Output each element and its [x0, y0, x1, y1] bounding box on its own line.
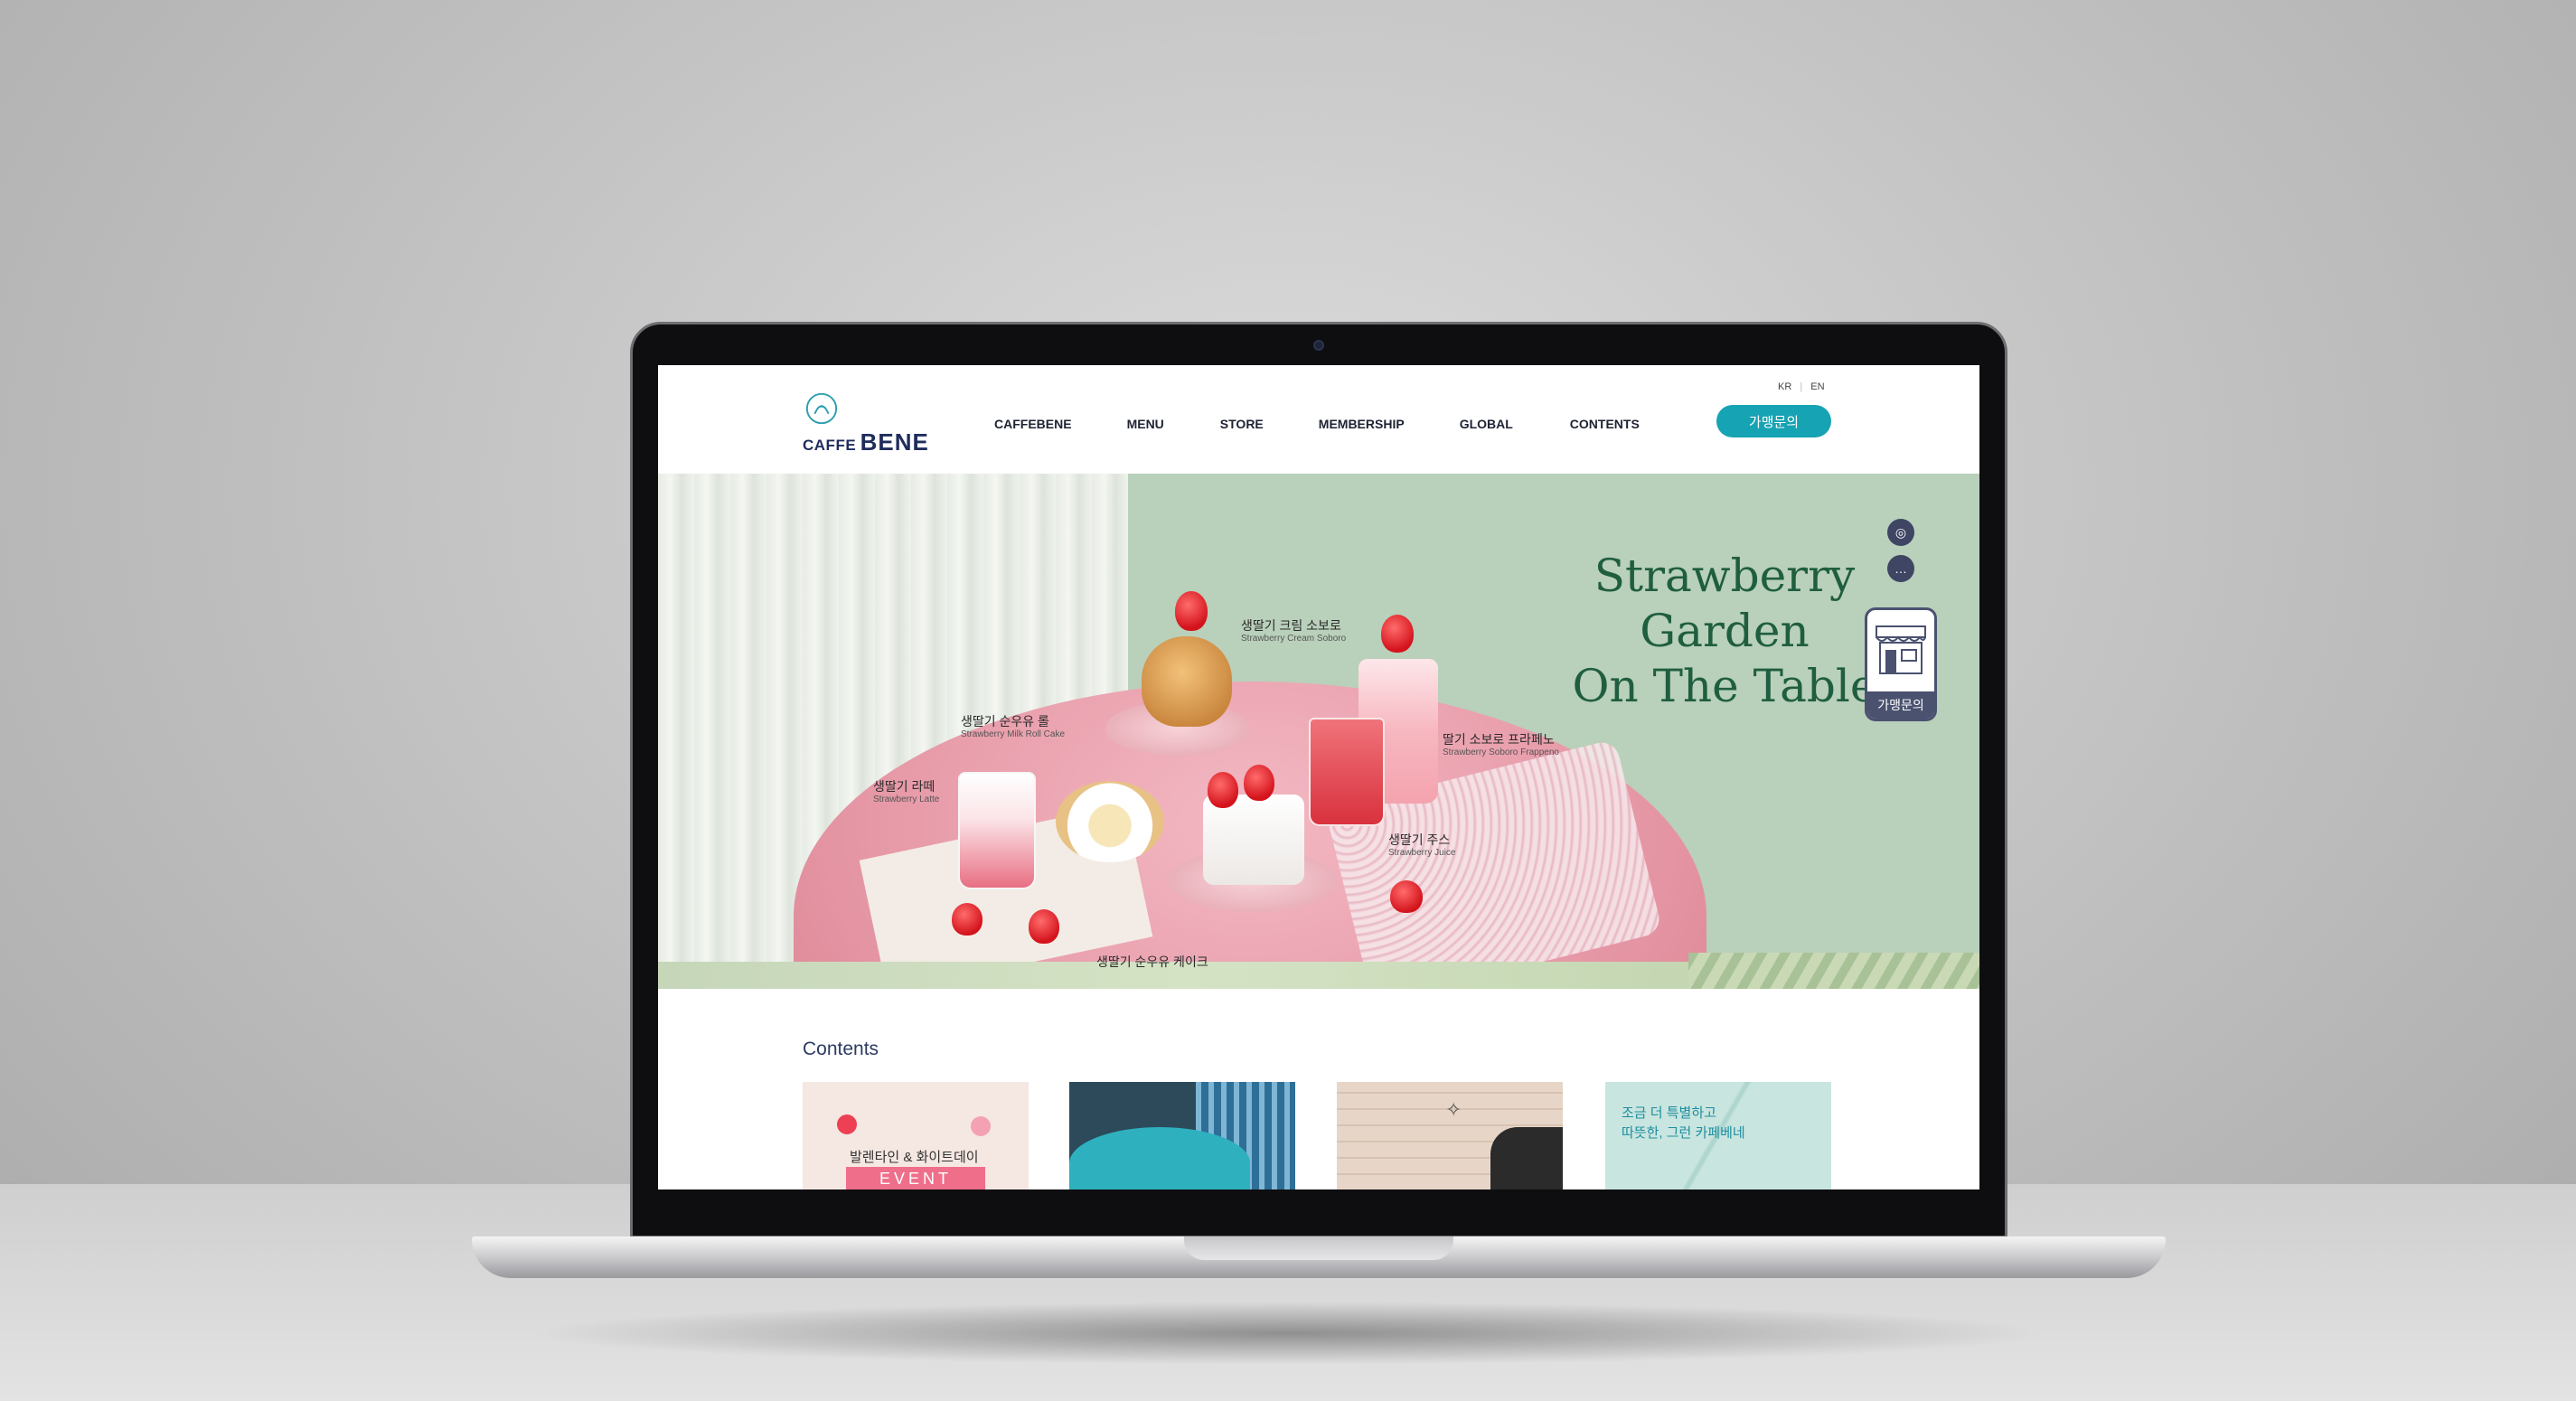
headline-line-3: On The Table [1572, 660, 1877, 712]
lang-kr[interactable]: KR [1778, 381, 1791, 392]
strawberry-table-2 [1029, 909, 1059, 944]
strawberry-cake-2 [1244, 765, 1274, 801]
greenery [1688, 953, 1979, 989]
cup-image [1490, 1127, 1563, 1189]
nav-membership[interactable]: MEMBERSHIP [1319, 417, 1405, 431]
product-label-juice: 생딸기 주스 Strawberry Juice [1388, 832, 1455, 859]
brand-card-text: 조금 더 특별하고 따뜻한, 그런 카페베네 [1622, 1105, 1745, 1141]
strawberry-cake-1 [1208, 772, 1238, 808]
product-ko: 생딸기 크림 소보로 [1241, 618, 1341, 633]
content-card-brand[interactable]: 조금 더 특별하고 따뜻한, 그런 카페베네 [1605, 1082, 1831, 1189]
language-switch: KR | EN [1778, 381, 1830, 392]
hero-banner: 생딸기 크림 소보로 Strawberry Cream Soboro 생딸기 순… [658, 474, 1979, 989]
juice-glass [1309, 718, 1385, 826]
product-ko: 생딸기 주스 [1388, 832, 1451, 847]
logo-prefix: CAFFE [803, 437, 857, 454]
product-label-frappeno: 딸기 소보로 프라페노 Strawberry Soboro Frappeno [1443, 732, 1559, 758]
product-label-cream-soboro: 생딸기 크림 소보로 Strawberry Cream Soboro [1241, 618, 1346, 644]
webcam [1313, 340, 1324, 351]
product-en: Strawberry Cream Soboro [1241, 633, 1347, 644]
product-ko: 생딸기 순우유 케이크 [1096, 954, 1208, 969]
content-card-cafe[interactable]: ✧ [1337, 1082, 1563, 1189]
strawberry-table-1 [952, 903, 982, 936]
nav-caffebene[interactable]: CAFFEBENE [994, 417, 1072, 431]
logo[interactable]: CAFFE BENE [803, 390, 929, 456]
product-label-latte: 생딸기 라떼 Strawberry Latte [873, 779, 939, 805]
logo-text: CAFFE BENE [803, 428, 929, 456]
nav-contents[interactable]: CONTENTS [1570, 417, 1640, 431]
event-card-text: 발렌타인 & 화이트데이 [850, 1150, 979, 1165]
strawberry-top-frappeno [1381, 615, 1414, 653]
product-ko: 딸기 소보로 프라페노 [1443, 732, 1555, 747]
main-nav: CAFFEBENE MENU STORE MEMBERSHIP GLOBAL C… [994, 417, 1640, 431]
lang-separator: | [1800, 381, 1803, 392]
lang-en[interactable]: EN [1810, 381, 1824, 392]
laptop-notch [1184, 1236, 1453, 1260]
product-en: Strawberry Soboro Frappeno [1443, 747, 1559, 757]
logo-name: BENE [860, 428, 929, 456]
laptop-shadow [524, 1302, 2052, 1365]
logo-mark-icon [805, 392, 838, 425]
contents-section-title: Contents [803, 1039, 879, 1059]
product-label-milk-roll: 생딸기 순우유 롤 Strawberry Milk Roll Cake [961, 714, 1065, 740]
milk-roll-cake [1056, 781, 1164, 862]
franchise-inquiry-button[interactable]: 가맹문의 [1716, 405, 1831, 437]
franchise-floating-label: 가맹문의 [1867, 691, 1934, 719]
strawberry-table-3 [1390, 880, 1423, 913]
event-badge: EVENT [846, 1167, 985, 1189]
product-label-milk-cake: 생딸기 순우유 케이크 [1096, 954, 1208, 970]
product-en: Strawberry Milk Roll Cake [961, 729, 1066, 739]
heart-icon [837, 1114, 857, 1134]
content-card-event[interactable]: 발렌타인 & 화이트데이 EVENT [803, 1082, 1029, 1189]
nav-store[interactable]: STORE [1220, 417, 1264, 431]
storefront-icon [1876, 625, 1926, 674]
heart-icon [971, 1116, 991, 1136]
milk-cake [1203, 795, 1304, 885]
franchise-floating-button[interactable]: 가맹문의 [1865, 607, 1937, 721]
sparkle-icon: ✧ [1445, 1098, 1462, 1121]
instagram-icon[interactable]: ◎ [1887, 519, 1914, 546]
cream-soboro [1142, 636, 1232, 727]
latte-glass [958, 772, 1036, 889]
laptop-screen: CAFFE BENE KR | EN CAFFEBENE MENU STORE … [658, 365, 1979, 1189]
product-ko: 생딸기 라떼 [873, 779, 935, 794]
headline-line-1: Strawberry [1594, 550, 1856, 602]
content-card-umbrella[interactable] [1069, 1082, 1295, 1189]
headline-line-2: Garden [1640, 605, 1810, 657]
nav-global[interactable]: GLOBAL [1460, 417, 1513, 431]
hero-headline: Strawberry Garden On The Table [1571, 549, 1878, 714]
nav-menu[interactable]: MENU [1127, 417, 1164, 431]
product-ko: 생딸기 순우유 롤 [961, 714, 1049, 729]
product-en: Strawberry Latte [873, 794, 940, 804]
kakao-chat-icon[interactable]: … [1887, 555, 1914, 582]
site-header: CAFFE BENE KR | EN CAFFEBENE MENU STORE … [658, 365, 1979, 474]
strawberry-top-soboro [1175, 591, 1208, 631]
product-en: Strawberry Juice [1388, 847, 1456, 858]
